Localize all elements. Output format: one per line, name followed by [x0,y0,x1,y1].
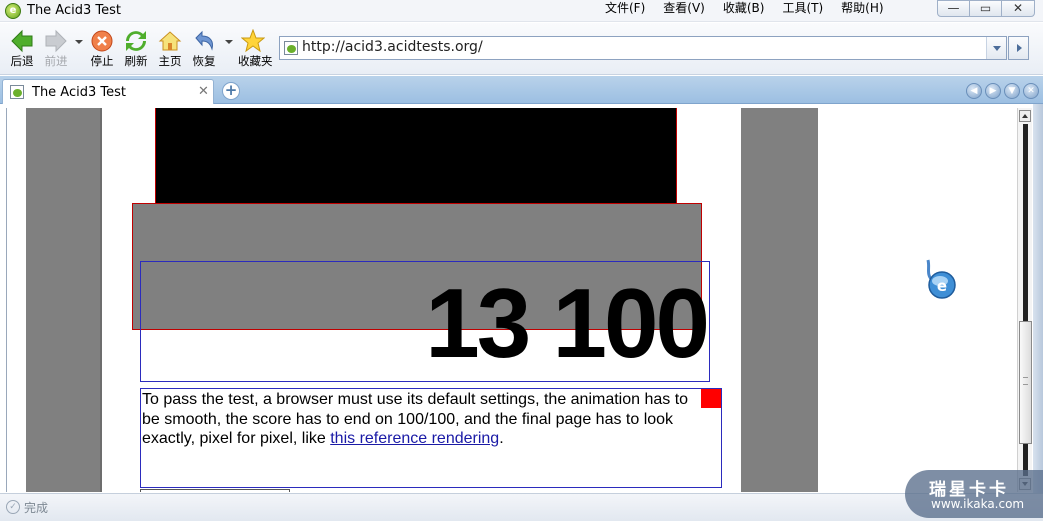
black-test-box [155,108,677,204]
tab-bar: The Acid3 Test ✕ + ◀ ▶ ▼ ✕ [0,76,1043,104]
menu-tools[interactable]: 工具(T) [773,0,832,16]
refresh-button[interactable]: 刷新 [121,29,151,67]
menu-file[interactable]: 文件(F) [596,0,654,16]
favorites-button[interactable]: 收藏夹 [238,29,273,68]
toolbar: 后退 前进 停止 刷新 主页 恢复 收藏夹 http://acid3.acidt… [0,23,1043,75]
home-button[interactable]: 主页 [155,29,185,67]
star-icon [241,29,265,53]
tab-title: The Acid3 Test [32,85,126,100]
address-url[interactable]: http://acid3.acidtests.org/ [302,39,483,55]
restore-button[interactable]: 恢复 [189,29,219,67]
red-square [701,389,721,408]
column-divider [100,108,102,492]
restore-label: 恢复 [192,54,216,68]
title-bar: e The Acid3 Test 文件(F) 查看(V) 收藏(B) 工具(T)… [0,0,1043,22]
menu-favorites[interactable]: 收藏(B) [714,0,774,16]
page-viewport: 13 100 To pass the test, a browser must … [6,108,1017,492]
reference-rendering-link[interactable]: this reference rendering [330,430,499,447]
vertical-scrollbar[interactable] [1017,108,1032,492]
score-box: 13 100 [140,261,710,382]
stop-label: 停止 [90,54,114,68]
maximize-button[interactable]: ▭ [969,0,1002,17]
window-right-edge [1033,104,1043,497]
back-label: 后退 [10,54,34,68]
minimize-button[interactable]: — [937,0,970,17]
close-window-button[interactable]: ✕ [1001,0,1035,17]
done-check-icon: ✓ [6,500,20,514]
right-gray-column [741,108,818,492]
forward-label: 前进 [44,54,68,68]
instructions-end: . [499,430,504,447]
back-arrow-icon [11,29,33,53]
tab-menu-icon[interactable]: ▼ [1004,83,1020,99]
refresh-icon [126,31,146,51]
watermark: 瑞星卡卡 www.ikaka.com [905,470,1043,518]
bottom-box [140,489,290,492]
page-icon [284,41,298,55]
menu-bar: 文件(F) 查看(V) 收藏(B) 工具(T) 帮助(H) [596,0,893,16]
home-icon [158,31,182,51]
scroll-up-icon[interactable] [1019,110,1031,122]
svg-text:e: e [937,277,947,295]
window-title: The Acid3 Test [27,3,121,18]
menu-view[interactable]: 查看(V) [654,0,714,16]
stop-icon [91,30,113,52]
acid3-score: 13 100 [425,268,709,378]
back-button[interactable]: 后退 [7,29,37,67]
ie-app-icon: e [5,3,21,19]
scroll-thumb[interactable] [1019,321,1032,444]
address-bar[interactable]: http://acid3.acidtests.org/ [279,36,1007,60]
tab-close-all-icon[interactable]: ✕ [1023,83,1039,99]
tab-acid3[interactable]: The Acid3 Test ✕ [2,79,214,104]
undo-icon [195,30,213,51]
ie-logo-icon: e [926,259,956,299]
go-button[interactable] [1008,36,1029,60]
tab-next-icon[interactable]: ▶ [985,83,1001,99]
left-gray-column [26,108,101,492]
address-dropdown-icon[interactable] [986,37,1006,59]
favorites-label: 收藏夹 [238,54,273,68]
tab-page-icon [10,85,24,99]
stop-button[interactable]: 停止 [87,29,117,67]
refresh-label: 刷新 [124,54,148,68]
restore-dropdown-icon[interactable] [225,40,233,44]
new-tab-button[interactable]: + [222,82,240,100]
status-text: 完成 [24,501,49,515]
instructions-paragraph: To pass the test, a browser must use its… [140,388,722,488]
watermark-url: www.ikaka.com [931,497,1025,511]
tab-prev-icon[interactable]: ◀ [966,83,982,99]
status-bar: ✓ 完成 [0,493,1043,521]
forward-button[interactable]: 前进 [41,29,71,67]
home-label: 主页 [158,54,182,68]
forward-dropdown-icon[interactable] [75,40,83,44]
menu-help[interactable]: 帮助(H) [832,0,892,16]
tab-close-icon[interactable]: ✕ [198,84,209,99]
forward-arrow-icon [45,29,67,53]
